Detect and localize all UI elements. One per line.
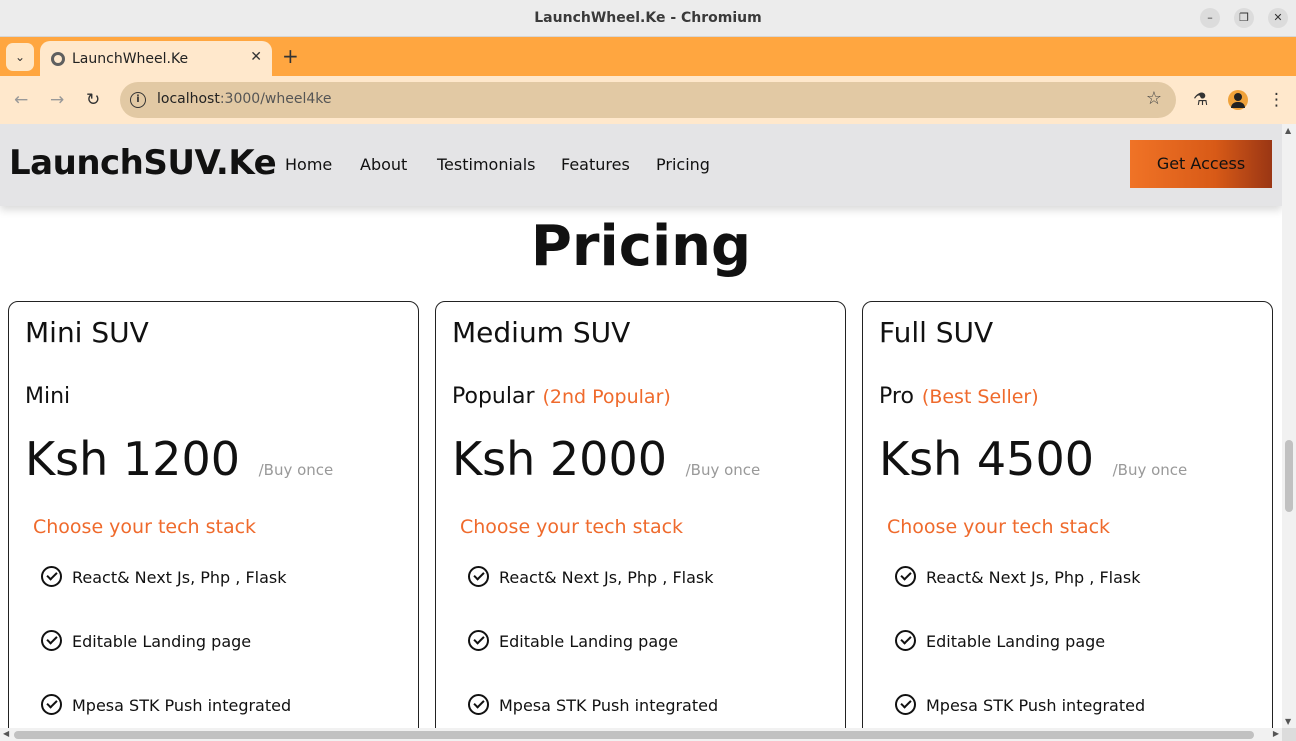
scroll-up-arrow-icon[interactable]: ▲ xyxy=(1285,126,1291,135)
feature-item: Mpesa STK Push integrated xyxy=(468,694,719,717)
feature-text: Mpesa STK Push integrated xyxy=(499,696,719,715)
tech-stack-label: Choose your tech stack xyxy=(460,516,684,538)
feature-item: React& Next Js, Php , Flask xyxy=(468,566,714,589)
reload-icon[interactable]: ↻ xyxy=(86,88,100,112)
plan-period: /Buy once xyxy=(1112,461,1188,479)
site-logo[interactable]: LaunchSUV.Ke xyxy=(9,143,277,183)
nav-link-home[interactable]: Home xyxy=(285,155,332,174)
nav-link-pricing[interactable]: Pricing xyxy=(656,155,710,174)
feature-text: React& Next Js, Php , Flask xyxy=(499,568,714,587)
feature-item: React& Next Js, Php , Flask xyxy=(41,566,287,589)
url-path: :3000/wheel4ke xyxy=(219,91,332,107)
vertical-scrollbar[interactable]: ▲ ▼ xyxy=(1282,124,1296,728)
plan-price-amount: Ksh 4500 xyxy=(879,432,1094,486)
address-bar[interactable]: i localhost:3000/wheel4ke ☆ xyxy=(120,82,1176,118)
browser-tab[interactable]: LaunchWheel.Ke ✕ xyxy=(40,41,272,76)
feature-text: React& Next Js, Php , Flask xyxy=(926,568,1141,587)
url-host: localhost xyxy=(157,91,220,107)
feature-text: React& Next Js, Php , Flask xyxy=(72,568,287,587)
plan-tier: Pro (Best Seller) xyxy=(879,384,1039,409)
feature-text: Editable Landing page xyxy=(499,632,679,651)
plan-card-full: Full SUV Pro (Best Seller) Ksh 4500 /Buy … xyxy=(862,301,1273,728)
page-viewport: LaunchSUV.Ke Home About Testimonials Fea… xyxy=(0,124,1282,728)
scrollbar-corner xyxy=(1282,728,1296,741)
tech-stack-label: Choose your tech stack xyxy=(33,516,257,538)
nav-link-testimonials[interactable]: Testimonials xyxy=(437,155,536,174)
check-circle-icon xyxy=(468,694,489,715)
plan-card-mini: Mini SUV Mini Ksh 1200 /Buy once Choose … xyxy=(8,301,419,728)
plan-price-amount: Ksh 2000 xyxy=(452,432,667,486)
horizontal-scrollbar[interactable]: ◀ ▶ xyxy=(0,728,1282,741)
profile-avatar-icon[interactable] xyxy=(1228,90,1248,110)
tab-search-button[interactable]: ⌄ xyxy=(6,43,34,71)
feature-text: Editable Landing page xyxy=(72,632,252,651)
window-title: LaunchWheel.Ke - Chromium xyxy=(534,10,762,26)
minimize-button[interactable]: – xyxy=(1200,8,1220,28)
check-circle-icon xyxy=(468,630,489,651)
feature-item: Mpesa STK Push integrated xyxy=(895,694,1146,717)
check-circle-icon xyxy=(41,566,62,587)
check-circle-icon xyxy=(41,694,62,715)
tech-stack-label: Choose your tech stack xyxy=(887,516,1111,538)
url-text[interactable]: localhost:3000/wheel4ke xyxy=(157,91,331,107)
close-tab-icon[interactable]: ✕ xyxy=(250,49,262,65)
feature-item: Editable Landing page xyxy=(41,630,252,653)
tab-strip: ⌄ LaunchWheel.Ke ✕ + xyxy=(0,37,1296,76)
check-circle-icon xyxy=(895,630,916,651)
plan-period: /Buy once xyxy=(685,461,761,479)
scroll-down-arrow-icon[interactable]: ▼ xyxy=(1285,717,1291,726)
pricing-title: Pricing xyxy=(530,214,752,279)
plan-price-amount: Ksh 1200 xyxy=(25,432,240,486)
check-circle-icon xyxy=(895,694,916,715)
plan-period: /Buy once xyxy=(258,461,334,479)
plan-price: Ksh 2000 /Buy once xyxy=(452,432,760,486)
feature-item: Editable Landing page xyxy=(468,630,679,653)
plan-name: Medium SUV xyxy=(452,316,631,349)
window-titlebar: LaunchWheel.Ke - Chromium – ❐ ✕ xyxy=(0,0,1296,37)
new-tab-button[interactable]: + xyxy=(282,45,299,67)
horizontal-scroll-thumb[interactable] xyxy=(14,731,1254,739)
feature-item: Editable Landing page xyxy=(895,630,1106,653)
plan-card-medium: Medium SUV Popular (2nd Popular) Ksh 2000… xyxy=(435,301,846,728)
plan-badge: (2nd Popular) xyxy=(542,386,671,408)
nav-link-about[interactable]: About xyxy=(360,155,407,174)
nav-link-features[interactable]: Features xyxy=(561,155,630,174)
scroll-right-arrow-icon[interactable]: ▶ xyxy=(1273,729,1279,738)
bookmark-star-icon[interactable]: ☆ xyxy=(1146,88,1162,109)
feature-text: Mpesa STK Push integrated xyxy=(72,696,292,715)
plan-tier-label: Pro xyxy=(879,384,914,409)
vertical-scroll-thumb[interactable] xyxy=(1285,440,1293,512)
plan-price: Ksh 4500 /Buy once xyxy=(879,432,1187,486)
check-circle-icon xyxy=(41,630,62,651)
site-header: LaunchSUV.Ke Home About Testimonials Fea… xyxy=(0,124,1282,206)
feature-text: Editable Landing page xyxy=(926,632,1106,651)
feature-item: Mpesa STK Push integrated xyxy=(41,694,292,717)
scroll-left-arrow-icon[interactable]: ◀ xyxy=(3,729,9,738)
feature-text: Mpesa STK Push integrated xyxy=(926,696,1146,715)
plan-name: Mini SUV xyxy=(25,316,149,349)
close-window-button[interactable]: ✕ xyxy=(1268,8,1288,28)
forward-arrow-icon[interactable]: → xyxy=(50,88,64,112)
get-access-button[interactable]: Get Access xyxy=(1130,140,1272,188)
plan-tier-label: Mini xyxy=(25,384,71,409)
plan-name: Full SUV xyxy=(879,316,994,349)
kebab-menu-icon[interactable]: ⋮ xyxy=(1268,88,1285,112)
plan-badge: (Best Seller) xyxy=(921,386,1039,408)
check-circle-icon xyxy=(895,566,916,587)
plan-tier: Mini xyxy=(25,384,78,409)
browser-toolbar: ← → ↻ i localhost:3000/wheel4ke ☆ ⚗ ⋮ xyxy=(0,76,1296,124)
maximize-button[interactable]: ❐ xyxy=(1234,8,1254,28)
plan-tier: Popular (2nd Popular) xyxy=(452,384,671,409)
plan-tier-label: Popular xyxy=(452,384,535,409)
labs-flask-icon[interactable]: ⚗ xyxy=(1193,88,1208,112)
feature-item: React& Next Js, Php , Flask xyxy=(895,566,1141,589)
globe-icon xyxy=(51,52,65,66)
tab-title: LaunchWheel.Ke xyxy=(72,51,189,67)
site-info-icon[interactable]: i xyxy=(130,92,146,108)
plan-price: Ksh 1200 /Buy once xyxy=(25,432,333,486)
check-circle-icon xyxy=(468,566,489,587)
back-arrow-icon[interactable]: ← xyxy=(14,88,28,112)
